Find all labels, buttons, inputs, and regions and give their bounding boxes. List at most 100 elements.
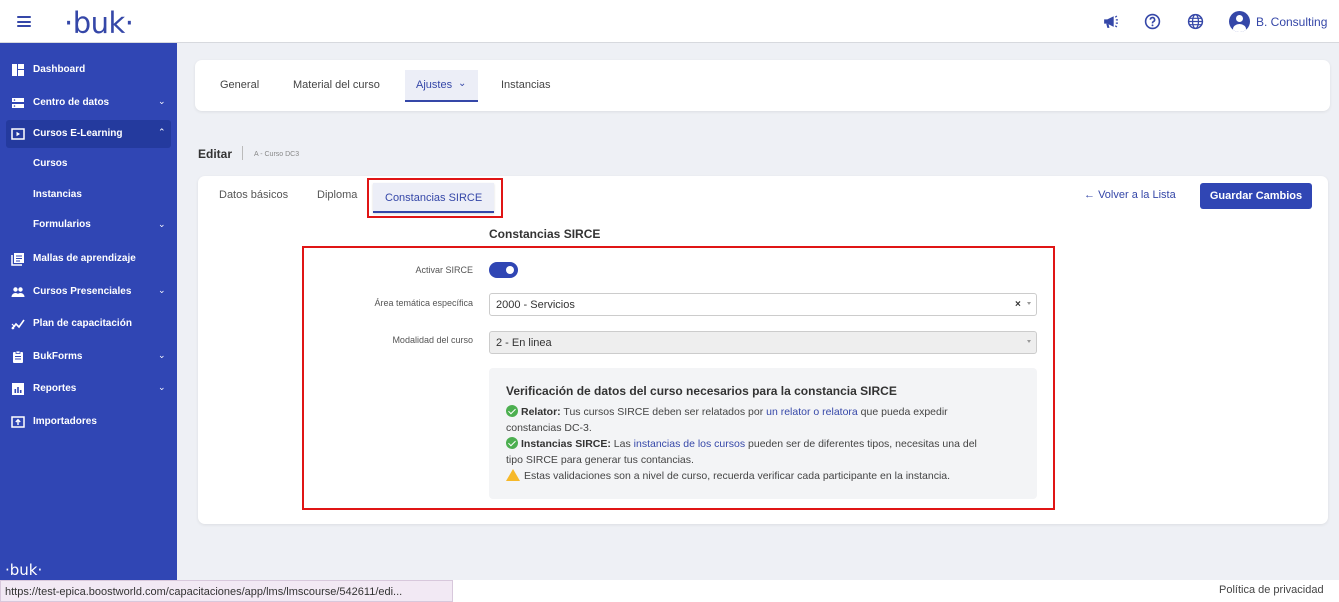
activate-sirce-label: Activar SIRCE: [415, 265, 473, 275]
relator-link[interactable]: un relator o relatora: [766, 406, 858, 418]
warning-note: Estas validaciones son a nivel de curso,…: [506, 468, 1021, 484]
library-icon: [11, 253, 24, 266]
area-tematica-select[interactable]: 2000 - Servicios ×: [489, 293, 1037, 316]
sidebar-item-label: Dashboard: [33, 64, 86, 75]
bar-report-icon: [12, 383, 24, 395]
sidebar: Dashboard Centro de datos ⌄ Cursos E-Lea…: [0, 43, 177, 580]
user-avatar-icon[interactable]: [1229, 11, 1250, 32]
sidebar-item-label: Cursos E-Learning: [33, 128, 123, 139]
instancias-text: pueden ser de diferentes tipos, necesita…: [745, 438, 977, 450]
sidebar-item-centro-datos[interactable]: Centro de datos ⌄: [0, 91, 177, 115]
arrow-left-icon: ←: [1084, 189, 1095, 201]
chevron-down-icon: ⌄: [458, 78, 467, 89]
chevron-up-icon: ⌃: [158, 127, 166, 137]
megaphone-icon[interactable]: [1102, 13, 1119, 30]
sidebar-item-cursos-presenciales[interactable]: Cursos Presenciales ⌄: [0, 280, 177, 304]
sidebar-item-importadores[interactable]: Importadores: [0, 410, 177, 434]
sidebar-item-mallas[interactable]: Mallas de aprendizaje: [0, 247, 177, 271]
server-icon: [12, 98, 24, 108]
tab-instancias[interactable]: Instancias: [501, 79, 551, 91]
chevron-down-icon: ⌄: [158, 219, 166, 229]
tab-general[interactable]: General: [220, 79, 259, 91]
tab-ajustes[interactable]: Ajustes ⌄: [405, 70, 478, 102]
sidebar-item-bukforms[interactable]: BukForms ⌄: [0, 345, 177, 369]
tab-material-curso[interactable]: Material del curso: [293, 79, 380, 91]
check-circle-icon: [506, 437, 518, 449]
upload-box-icon: [11, 416, 25, 428]
sirce-verification-box: Verificación de datos del curso necesari…: [489, 368, 1037, 499]
user-name[interactable]: B. Consulting: [1256, 15, 1327, 29]
instancias-label: Instancias SIRCE:: [521, 438, 611, 450]
warning-text: Estas validaciones son a nivel de curso,…: [524, 470, 951, 482]
privacy-link[interactable]: Política de privacidad: [1219, 584, 1324, 596]
footer-bar: [453, 580, 1339, 602]
dashboard-icon: [12, 64, 24, 76]
tab-constancias-sirce[interactable]: Constancias SIRCE: [373, 183, 494, 213]
chevron-down-icon: ⌄: [158, 96, 166, 106]
browser-status-url: https://test-epica.boostworld.com/capaci…: [0, 580, 453, 602]
chevron-down-icon[interactable]: [1027, 302, 1031, 305]
back-to-list-link[interactable]: ← Volver a la Lista: [1084, 189, 1176, 201]
activate-sirce-toggle[interactable]: [489, 262, 518, 278]
sidebar-footer-logo: ·buk·: [5, 561, 43, 579]
warning-icon: [506, 469, 520, 481]
select-value: 2000 - Servicios: [496, 299, 575, 311]
sidebar-item-plan-capacitacion[interactable]: Plan de capacitación: [0, 312, 177, 336]
modalidad-select: 2 - En linea: [489, 331, 1037, 354]
sidebar-item-label: Cursos Presenciales: [33, 286, 132, 297]
sidebar-item-label: BukForms: [33, 351, 83, 362]
select-value: 2 - En linea: [496, 337, 552, 349]
save-button[interactable]: Guardar Cambios: [1200, 183, 1312, 209]
people-icon: [11, 287, 25, 297]
relator-requirement: Relator: Tus cursos SIRCE deben ser rela…: [506, 404, 1021, 420]
sidebar-item-reportes[interactable]: Reportes ⌄: [0, 377, 177, 401]
relator-requirement-cont: constancias DC-3.: [506, 422, 592, 434]
section-title: Constancias SIRCE: [489, 227, 601, 241]
tab-diploma[interactable]: Diploma: [317, 189, 357, 201]
modalidad-label: Modalidad del curso: [392, 335, 473, 345]
relator-text: Tus cursos SIRCE deben ser relatados por: [560, 406, 767, 418]
relator-text: que pueda expedir: [857, 406, 948, 418]
sidebar-item-label: Reportes: [33, 383, 77, 394]
sidebar-subitem-cursos[interactable]: Cursos: [33, 158, 67, 169]
sidebar-item-label: Plan de capacitación: [33, 318, 132, 329]
clear-icon[interactable]: ×: [1015, 299, 1021, 310]
menu-icon[interactable]: [17, 16, 31, 27]
play-screen-icon: [11, 128, 25, 140]
instancias-requirement-cont: tipo SIRCE para generar tus contancias.: [506, 454, 694, 466]
title-divider: [242, 146, 243, 160]
tab-label: Ajustes: [416, 79, 453, 91]
chevron-down-icon: ⌄: [158, 350, 166, 360]
settings-card: Datos básicos Diploma Constancias SIRCE …: [198, 176, 1328, 524]
sidebar-item-label: Centro de datos: [33, 97, 110, 108]
sidebar-item-dashboard[interactable]: Dashboard: [0, 58, 177, 82]
trend-icon: [11, 319, 25, 330]
area-tematica-label: Área temática específica: [374, 298, 473, 308]
globe-icon[interactable]: [1187, 13, 1204, 30]
course-name: A - Curso DC3: [254, 151, 300, 158]
course-tabs-card: General Material del curso Ajustes ⌄ Ins…: [195, 60, 1330, 111]
tab-datos-basicos[interactable]: Datos básicos: [219, 189, 288, 201]
clipboard-icon: [13, 350, 23, 363]
instancias-requirement: Instancias SIRCE: Las instancias de los …: [506, 436, 1021, 452]
sidebar-item-cursos-elearning[interactable]: Cursos E-Learning ⌃: [6, 120, 171, 148]
sidebar-subitem-formularios[interactable]: Formularios: [33, 219, 91, 230]
brand-logo[interactable]: ·buk·: [64, 6, 134, 40]
check-circle-icon: [506, 405, 518, 417]
chevron-down-icon: ⌄: [158, 285, 166, 295]
page-title: Editar: [198, 147, 233, 161]
chevron-down-icon: ⌄: [158, 382, 166, 392]
info-title: Verificación de datos del curso necesari…: [506, 384, 897, 398]
help-icon[interactable]: [1144, 13, 1161, 30]
top-bar: ·buk· B. Consulting: [0, 0, 1339, 43]
sidebar-item-label: Importadores: [33, 416, 97, 427]
back-link-label: Volver a la Lista: [1098, 189, 1176, 201]
sidebar-subitem-instancias[interactable]: Instancias: [33, 189, 82, 200]
tab-label: Constancias SIRCE: [385, 192, 483, 204]
chevron-down-icon: [1027, 340, 1031, 343]
highlight-frame: Constancias SIRCE: [367, 178, 503, 218]
instancias-text: Las: [610, 438, 634, 450]
instancias-link[interactable]: instancias de los cursos: [634, 438, 745, 450]
sidebar-item-label: Mallas de aprendizaje: [33, 253, 136, 264]
relator-label: Relator:: [521, 406, 561, 418]
